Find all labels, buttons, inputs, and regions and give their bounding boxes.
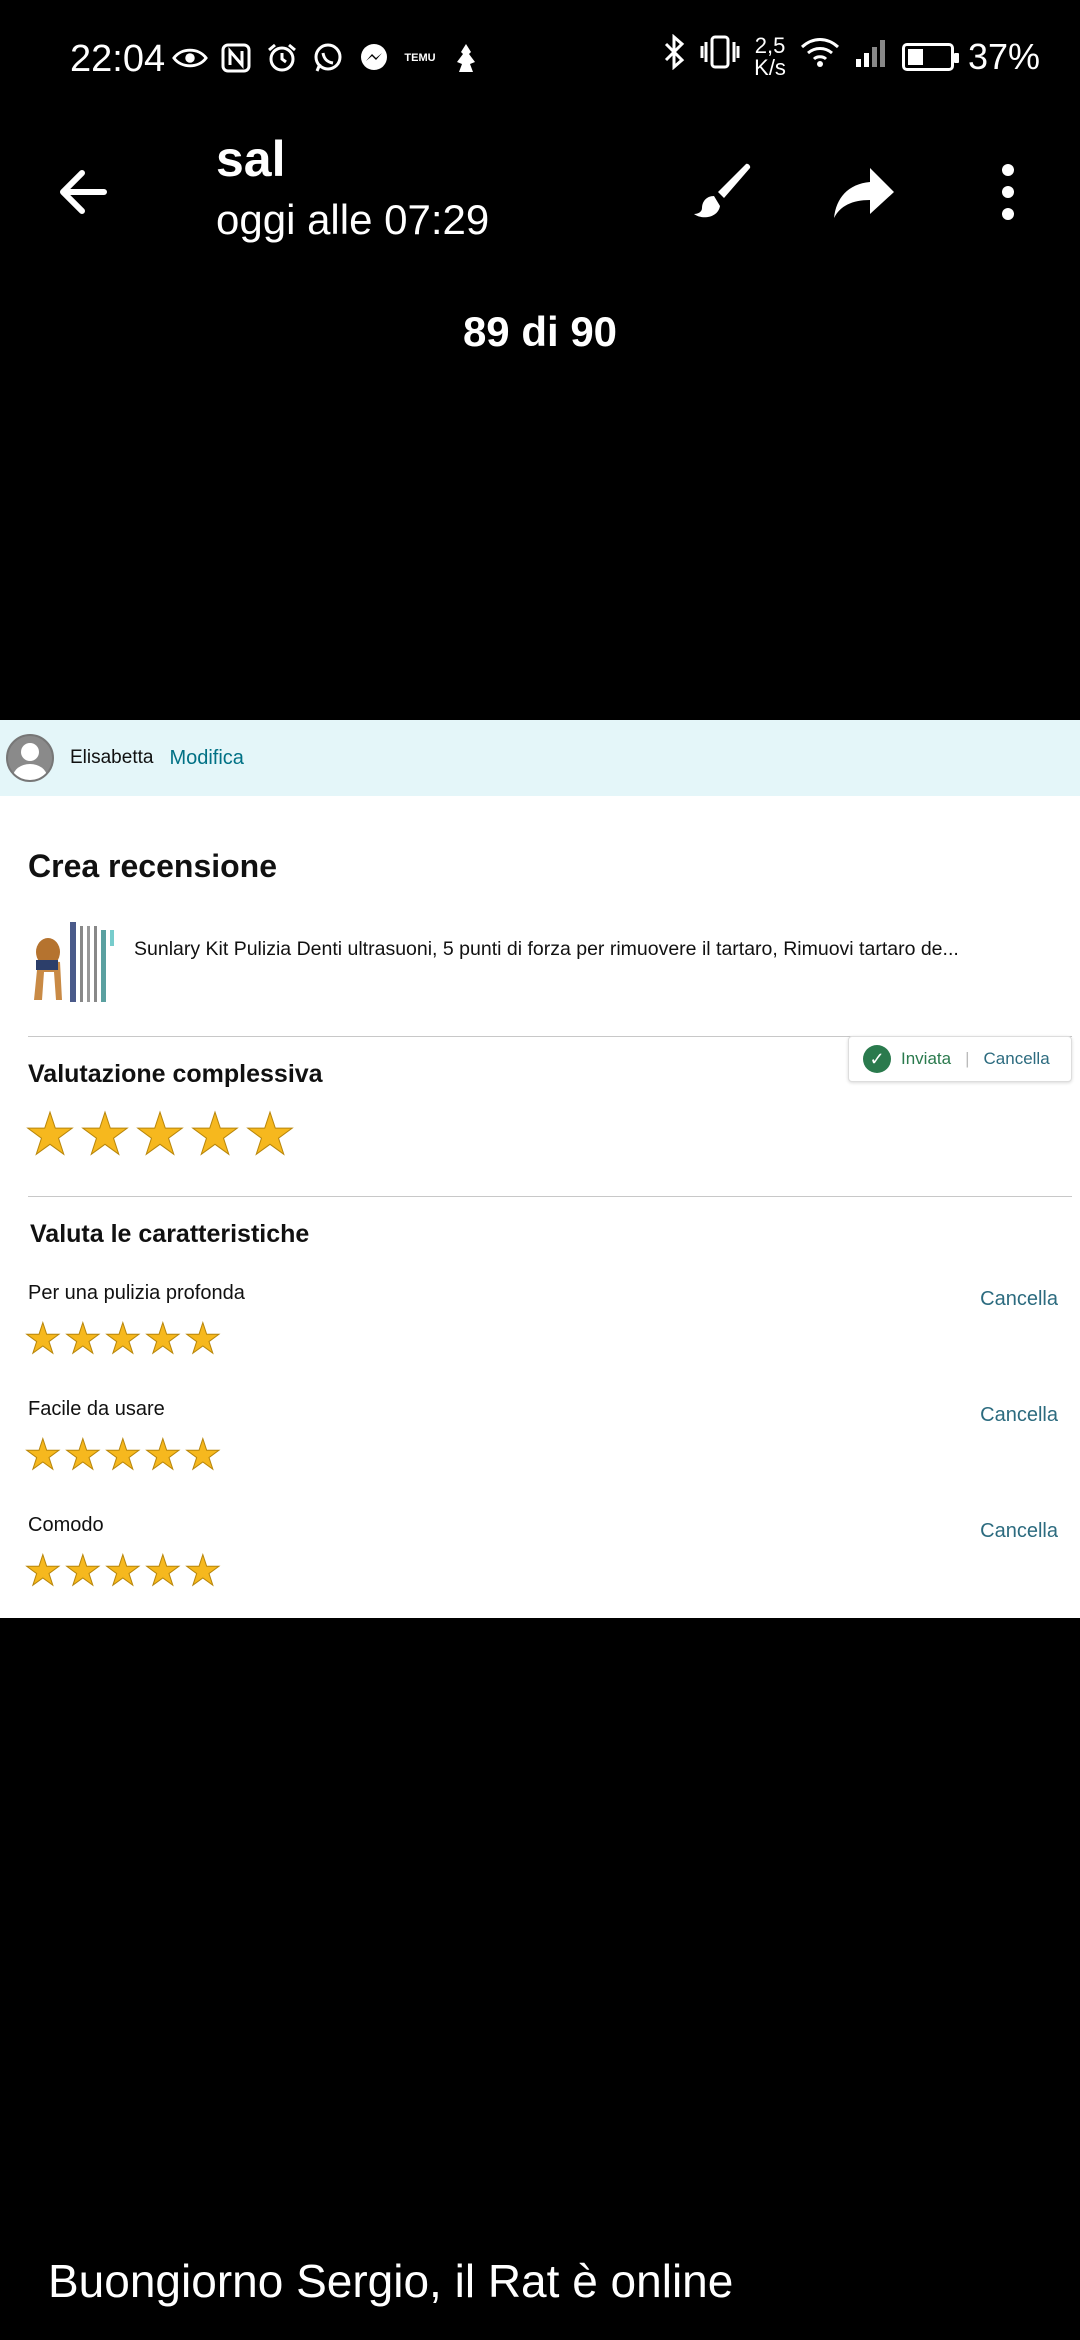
status-badge: ✓ Inviata | Cancella (848, 1036, 1072, 1082)
whatsapp-icon (310, 40, 346, 76)
wifi-icon (800, 36, 840, 78)
more-vert-icon (1002, 164, 1014, 220)
feature-cancel-link[interactable]: Cancella (980, 1520, 1058, 1543)
features-heading: Valuta le caratteristiche (30, 1220, 310, 1248)
network-speed: 2,5 K/s (754, 32, 786, 80)
clock: 22:04 (70, 38, 166, 80)
product-thumbnail (26, 916, 120, 1008)
star-icon[interactable]: ★ (104, 1317, 144, 1360)
temu-icon: TEMU (404, 52, 436, 64)
feature-label: Comodo (28, 1514, 104, 1536)
forward-button[interactable] (830, 158, 898, 226)
status-bar: 22:04 TEMU 2,5 K/s 37% (0, 0, 1080, 120)
check-circle-icon: ✓ (863, 1045, 891, 1073)
star-icon[interactable]: ★ (244, 1105, 299, 1164)
vibrate-icon (700, 34, 740, 79)
brush-icon (694, 163, 751, 218)
feature-cancel-link[interactable]: Cancella (980, 1404, 1058, 1427)
star-icon[interactable]: ★ (184, 1549, 224, 1592)
image-counter: 89 di 90 (462, 308, 618, 355)
network-speed-value: 2,5 (754, 32, 786, 58)
product-row: Sunlary Kit Pulizia Denti ultrasuoni, 5 … (26, 916, 1056, 1008)
feature-star-rating[interactable]: ★ ★ ★ ★ ★ (24, 1433, 224, 1476)
star-icon[interactable]: ★ (64, 1549, 104, 1592)
arrow-left-icon (60, 170, 107, 214)
star-icon[interactable]: ★ (184, 1433, 224, 1476)
product-title[interactable]: Sunlary Kit Pulizia Denti ultrasuoni, 5 … (134, 938, 959, 961)
star-icon[interactable]: ★ (104, 1549, 144, 1592)
star-icon[interactable]: ★ (144, 1549, 184, 1592)
edit-button[interactable] (688, 156, 756, 224)
feature-row: Comodo Cancella ★ ★ ★ ★ ★ (24, 1514, 1059, 1592)
back-button[interactable] (52, 160, 116, 224)
battery-percent: 37% (967, 35, 1040, 77)
star-icon[interactable]: ★ (144, 1433, 184, 1476)
star-icon[interactable]: ★ (189, 1105, 244, 1164)
more-options-button[interactable] (988, 158, 1028, 226)
feature-label: Facile da usare (28, 1398, 165, 1420)
star-icon[interactable]: ★ (64, 1317, 104, 1360)
app-icon (448, 40, 484, 76)
separator: | (965, 1049, 970, 1068)
overall-star-rating[interactable]: ★ ★ ★ ★ ★ (24, 1105, 299, 1164)
page-title: Crea recensione (28, 848, 278, 884)
battery-icon (901, 42, 959, 71)
viewer-app-bar: sal oggi alle 07:29 (0, 130, 1080, 250)
edit-profile-link[interactable]: Modifica (169, 747, 243, 770)
feature-star-rating[interactable]: ★ ★ ★ ★ ★ (24, 1317, 224, 1360)
star-icon[interactable]: ★ (24, 1317, 64, 1360)
notification-icons: TEMU (172, 40, 484, 76)
eye-icon (172, 40, 208, 76)
star-icon[interactable]: ★ (24, 1105, 79, 1164)
network-speed-unit: K/s (754, 54, 786, 80)
star-icon[interactable]: ★ (184, 1317, 224, 1360)
messenger-icon (356, 40, 392, 76)
star-icon[interactable]: ★ (144, 1317, 184, 1360)
shared-image[interactable]: Elisabetta Modifica Crea recensione Sunl… (0, 720, 1080, 1618)
feature-star-rating[interactable]: ★ ★ ★ ★ ★ (24, 1549, 224, 1592)
feature-cancel-link[interactable]: Cancella (980, 1288, 1058, 1311)
nfc-icon (218, 40, 254, 76)
divider (28, 1196, 1072, 1197)
forward-icon (834, 168, 894, 218)
feature-row: Facile da usare Cancella ★ ★ ★ ★ ★ (24, 1398, 1059, 1476)
star-icon[interactable]: ★ (79, 1105, 134, 1164)
avatar (6, 734, 54, 782)
sent-label: Inviata (901, 1049, 952, 1068)
star-icon[interactable]: ★ (64, 1433, 104, 1476)
sent-cancel-link[interactable]: Cancella (984, 1049, 1050, 1069)
user-name: Elisabetta (70, 747, 154, 768)
signal-icon (854, 36, 888, 78)
bluetooth-icon (662, 33, 686, 79)
star-icon[interactable]: ★ (24, 1433, 64, 1476)
star-icon[interactable]: ★ (134, 1105, 189, 1164)
feature-label: Per una pulizia profonda (28, 1282, 245, 1304)
feature-row: Per una pulizia profonda Cancella ★ ★ ★ ★ ★ (24, 1282, 1059, 1360)
review-user-bar: Elisabetta Modifica (0, 720, 1080, 796)
image-caption: Buongiorno Sergio, il Rat è online (48, 2255, 734, 2307)
alarm-icon (264, 40, 300, 76)
timestamp: oggi alle 07:29 (216, 196, 490, 243)
star-icon[interactable]: ★ (104, 1433, 144, 1476)
chat-title: sal (216, 131, 286, 187)
star-icon[interactable]: ★ (24, 1549, 64, 1592)
status-right: 2,5 K/s 37% (662, 32, 1040, 80)
overall-rating-label: Valutazione complessiva (28, 1060, 323, 1088)
